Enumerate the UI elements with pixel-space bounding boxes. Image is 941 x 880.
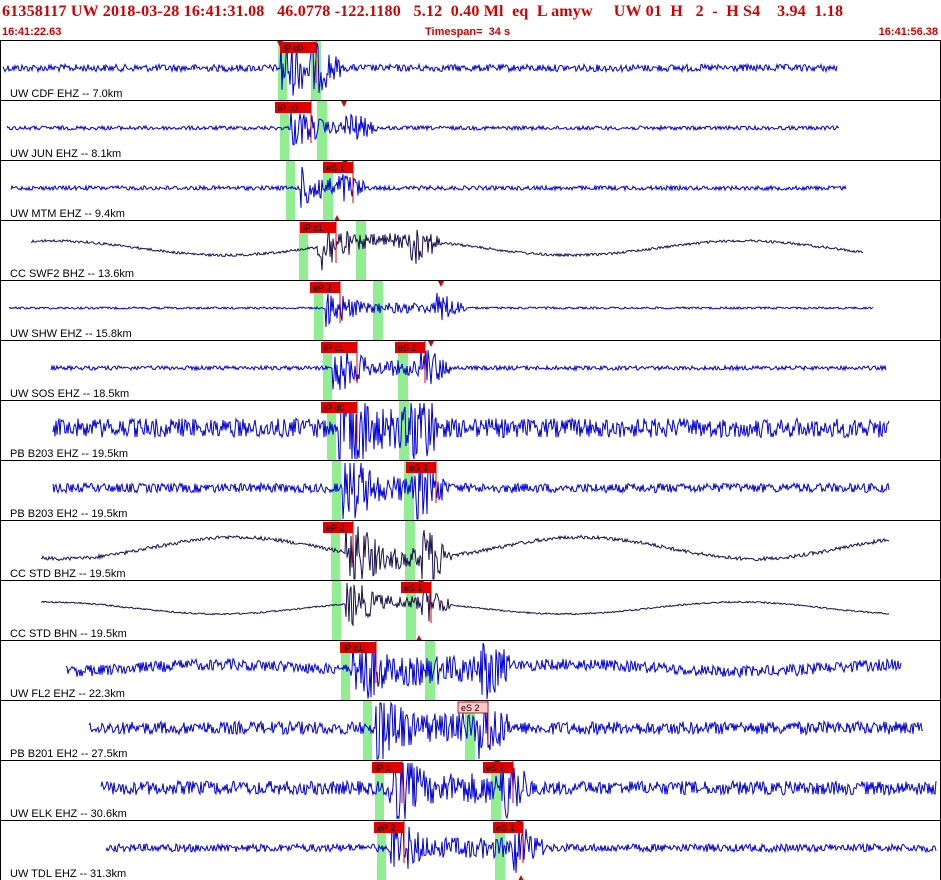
pick-label-text: eP 2: [326, 523, 344, 533]
trace-panel[interactable]: eP 2 UW SHW EHZ -- 15.8km: [0, 280, 941, 340]
start-time-label: 16:41:22.63: [2, 26, 62, 38]
trace-plot: eS 3: [52, 461, 890, 520]
pick-marker-triangle: [341, 101, 347, 107]
trace-panel[interactable]: iP c1 CC SWF2 BHZ -- 13.6km: [0, 220, 941, 280]
station-label: CC SWF2 BHZ -- 13.6km: [10, 268, 135, 280]
trace-plot: eP 2: [41, 521, 890, 580]
trace-plot: iP c1: [31, 221, 863, 280]
pick-label-text: eS 1: [326, 163, 345, 173]
trace-panel[interactable]: eP 2 CC STD BHZ -- 19.5km: [0, 520, 941, 580]
station-label: UW JUN EHZ -- 8.1km: [10, 148, 122, 160]
trace-panel[interactable]: iP 1 eS 2 UW ELK EHZ -- 30.6km: [0, 760, 941, 820]
station-label: PB B203 EH2 -- 19.5km: [10, 508, 128, 520]
station-label: PB B203 EHZ -- 19.5km: [10, 448, 128, 460]
trace-panel[interactable]: eS 1 UW MTM EHZ -- 9.4km: [0, 160, 941, 220]
pick-label-text: eS 2: [404, 583, 423, 593]
pick-marker-triangle: [438, 281, 444, 287]
pick-label-text: iP c1: [343, 643, 363, 653]
seismic-waveform: [41, 522, 890, 580]
seismic-waveform: [65, 642, 902, 700]
trace-panel[interactable]: eS 3 PB B203 EH2 -- 19.5km: [0, 460, 941, 520]
trace-panel[interactable]: eS 2 CC STD BHN -- 19.5km: [0, 580, 941, 640]
trace-panel[interactable]: iP c0 UW JUN EHZ -- 8.1km: [0, 100, 941, 160]
station-label: PB B201 EH2 -- 27.5km: [10, 748, 128, 760]
seismic-waveform: [52, 402, 890, 460]
station-label: CC STD BHN -- 19.5km: [10, 628, 127, 640]
seismic-waveform: [88, 701, 924, 760]
event-summary-title: 61358117 UW 2018-03-28 16:41:31.08 46.07…: [2, 3, 844, 20]
pick-window: [356, 221, 366, 280]
pick-marker-triangle: [428, 341, 434, 347]
station-label: UW SHW EHZ -- 15.8km: [10, 328, 132, 340]
trace-panel[interactable]: iP c1 eS 2 UW SOS EHZ -- 18.5km: [0, 340, 941, 400]
pick-label-text: iP c0: [278, 103, 298, 113]
station-label: CC STD BHZ -- 19.5km: [10, 568, 126, 580]
trace-plot: iP c0: [2, 41, 838, 100]
station-label: UW ELK EHZ -- 30.6km: [10, 808, 127, 820]
trace-panel[interactable]: eS 2 PB B201 EH2 -- 27.5km: [0, 700, 941, 760]
trace-plot: eS 2: [40, 581, 890, 640]
trace-plot: eP 2 eS 1: [105, 821, 937, 880]
pick-label-text: iP c1: [303, 223, 323, 233]
pick-label-text: iP c0: [283, 43, 303, 53]
trace-panel[interactable]: iP c1 UW FL2 EHZ -- 22.3km: [0, 640, 941, 700]
seismic-waveform: [6, 109, 840, 146]
trace-plot: iP d0: [52, 401, 890, 460]
pick-label-text: iP 1: [375, 763, 390, 773]
station-label: UW FL2 EHZ -- 22.3km: [10, 688, 125, 700]
pick-label-text: eP 2: [377, 823, 395, 833]
pick-label-text: iP d0: [324, 403, 344, 413]
station-label: UW SOS EHZ -- 18.5km: [10, 388, 130, 400]
seismic-waveform: [8, 292, 874, 328]
station-label: UW MTM EHZ -- 9.4km: [10, 208, 125, 220]
trace-plot: eS 1: [10, 161, 847, 220]
end-time-label: 16:41:56.38: [878, 26, 938, 38]
station-label: UW CDF EHZ -- 7.0km: [10, 88, 123, 100]
pick-label-text: iP c1: [324, 343, 344, 353]
pick-marker-triangle: [518, 875, 524, 880]
trace-plot: iP c1 eS 2: [50, 341, 887, 400]
pick-label-text: eS 2: [461, 703, 480, 713]
pick-label-text: eP 2: [313, 283, 331, 293]
pick-label-text: eS 3: [409, 463, 428, 473]
trace-panel[interactable]: iP c0 UW CDF EHZ -- 7.0km: [0, 40, 941, 100]
pick-label-text: eS 1: [496, 823, 515, 833]
seismic-waveform: [100, 762, 937, 820]
trace-plot: eS 2: [88, 701, 924, 760]
trace-panel[interactable]: iP d0 PB B203 EHZ -- 19.5km: [0, 400, 941, 460]
seismic-waveform: [52, 462, 890, 520]
trace-plot: eP 2: [8, 281, 874, 340]
pick-label-text: eS 2: [398, 343, 417, 353]
seismic-waveform: [40, 582, 890, 627]
pick-window: [286, 161, 295, 220]
station-label: UW TDL EHZ -- 31.3km: [10, 868, 127, 880]
seismic-waveform: [2, 42, 838, 96]
seismogram-panels: iP c0 UW CDF EHZ -- 7.0km iP c0 UW JUN EHZ …: [0, 40, 941, 880]
trace-panel[interactable]: eP 2 eS 1 UW TDL EHZ -- 31.3km: [0, 820, 941, 880]
seismic-waveform: [50, 347, 887, 391]
event-header: 61358117 UW 2018-03-28 16:41:31.08 46.07…: [0, 0, 941, 40]
pick-label-text: eS 2: [486, 763, 505, 773]
pick-window: [332, 581, 341, 640]
trace-plot: iP c0: [6, 101, 840, 160]
seismic-waveform: [10, 166, 847, 208]
trace-plot: iP 1 eS 2: [100, 761, 937, 820]
timespan-label: Timespan= 34 s: [425, 26, 511, 38]
trace-plot: iP c1: [65, 641, 902, 700]
seismic-waveform: [31, 229, 863, 271]
